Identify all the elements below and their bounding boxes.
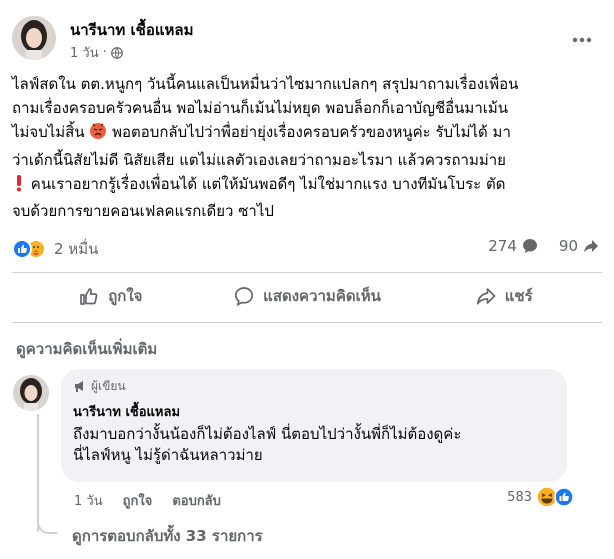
more-comments-link[interactable]: ดูความคิดเห็นเพิ่มเติม xyxy=(16,337,157,361)
author-name[interactable]: นารีนาท เชื้อแหลม xyxy=(70,18,193,42)
post-line: ถามเรื่องครอบครัวคนอื่น พอไม่อ่านก็เม้นไ… xyxy=(12,99,509,118)
view-replies-link[interactable]: ดูการตอบกลับทั้ง 33 รายการ xyxy=(72,524,263,548)
comment-icon xyxy=(235,287,254,307)
rage-emoji-icon xyxy=(89,122,107,147)
post-text: ไลฟ์สดใน ตต.หนูกๆ วันนี้คนแลเป็นหมื่นว่า… xyxy=(12,72,604,223)
comment-reaction-count: 583 xyxy=(507,489,532,505)
comment-bubble-icon xyxy=(522,239,537,253)
post-line: ว่าเด้กนี้นิสัยไม่ดี นิสัยเสีย แตไม่แลตั… xyxy=(12,150,506,169)
more-dots-icon xyxy=(572,37,592,43)
post-meta: 1 วัน · xyxy=(70,42,123,63)
post-line: ไลฟ์สดใน ตต.หนูกๆ วันนี้คนแลเป็นหมื่นว่า… xyxy=(12,75,519,93)
comment-bubble: ผู้เขียน นารีนาท เชื้อแหลม ถึงมาบอกว่างั… xyxy=(61,369,567,482)
post-line: จบด้วยการขายคอนเฟลคแรกเดียว ซาไป xyxy=(12,202,274,221)
exclamation-icon xyxy=(12,174,26,199)
like-thumb-icon xyxy=(80,288,98,305)
shares-count-link[interactable]: 90 xyxy=(559,237,600,255)
author-badge: ผู้เขียน xyxy=(73,377,555,395)
more-options-button[interactable] xyxy=(564,22,600,58)
share-button[interactable]: แชร์ xyxy=(405,276,602,316)
like-button[interactable]: ถูกใจ xyxy=(12,276,209,316)
comments-count-link[interactable]: 274 xyxy=(488,237,539,255)
post-line: ไม่จบไม่สิ้น พอตอบกลับไปว่าพื่อย่ายุ่งเร… xyxy=(12,120,604,147)
author-avatar[interactable] xyxy=(12,16,56,60)
commenter-avatar[interactable] xyxy=(13,375,49,411)
comment-like-button[interactable]: ถูกใจ xyxy=(123,490,153,511)
like-reaction-icon xyxy=(12,239,32,259)
globe-icon xyxy=(110,46,123,59)
divider xyxy=(12,322,602,323)
post-time[interactable]: 1 วัน xyxy=(70,42,99,63)
reactions-count: 2 หมื่น xyxy=(54,240,99,258)
engagement-counts: 274 90 xyxy=(474,237,600,255)
share-arrow-icon xyxy=(584,240,598,253)
comment-reply-button[interactable]: ตอบกลับ xyxy=(172,490,221,511)
post-header: นารีนาท เชื้อแหลม 1 วัน · xyxy=(12,12,602,64)
comment-text: ถึงมาบอกว่างั้นน้องก็ไม่ต้องไลฟ์ นี่ตอบไ… xyxy=(73,424,555,466)
comment-time[interactable]: 1 วัน xyxy=(74,490,103,511)
like-reaction-icon xyxy=(554,487,574,507)
post-stats: 2 หมื่น 274 90 xyxy=(12,232,604,264)
post-line: คนเราอยากรู้เรื่องเพื่อนได้ แต่ให้มันพอด… xyxy=(12,172,604,199)
comment-line: นี่ไลฟ์หนู ไม่รู้ด่าฉันหลาวม่าย xyxy=(73,446,263,464)
comment-author[interactable]: นารีนาท เชื้อแหลม xyxy=(73,401,555,422)
comment-reactions[interactable]: 583 xyxy=(507,486,574,508)
reaction-summary[interactable]: 2 หมื่น xyxy=(12,237,98,261)
share-icon xyxy=(476,288,496,305)
post-actions: ถูกใจ แสดงความคิดเห็น แชร์ xyxy=(12,276,602,316)
microphone-icon xyxy=(75,381,83,392)
reply-thread-curve xyxy=(37,500,57,534)
divider xyxy=(12,272,602,273)
comment-actions: 1 วัน ถูกใจ ตอบกลับ xyxy=(74,490,221,511)
comment-button[interactable]: แสดงความคิดเห็น xyxy=(209,276,406,316)
comment-line: ถึงมาบอกว่างั้นน้องก็ไม่ต้องไลฟ์ นี่ตอบไ… xyxy=(73,425,462,443)
